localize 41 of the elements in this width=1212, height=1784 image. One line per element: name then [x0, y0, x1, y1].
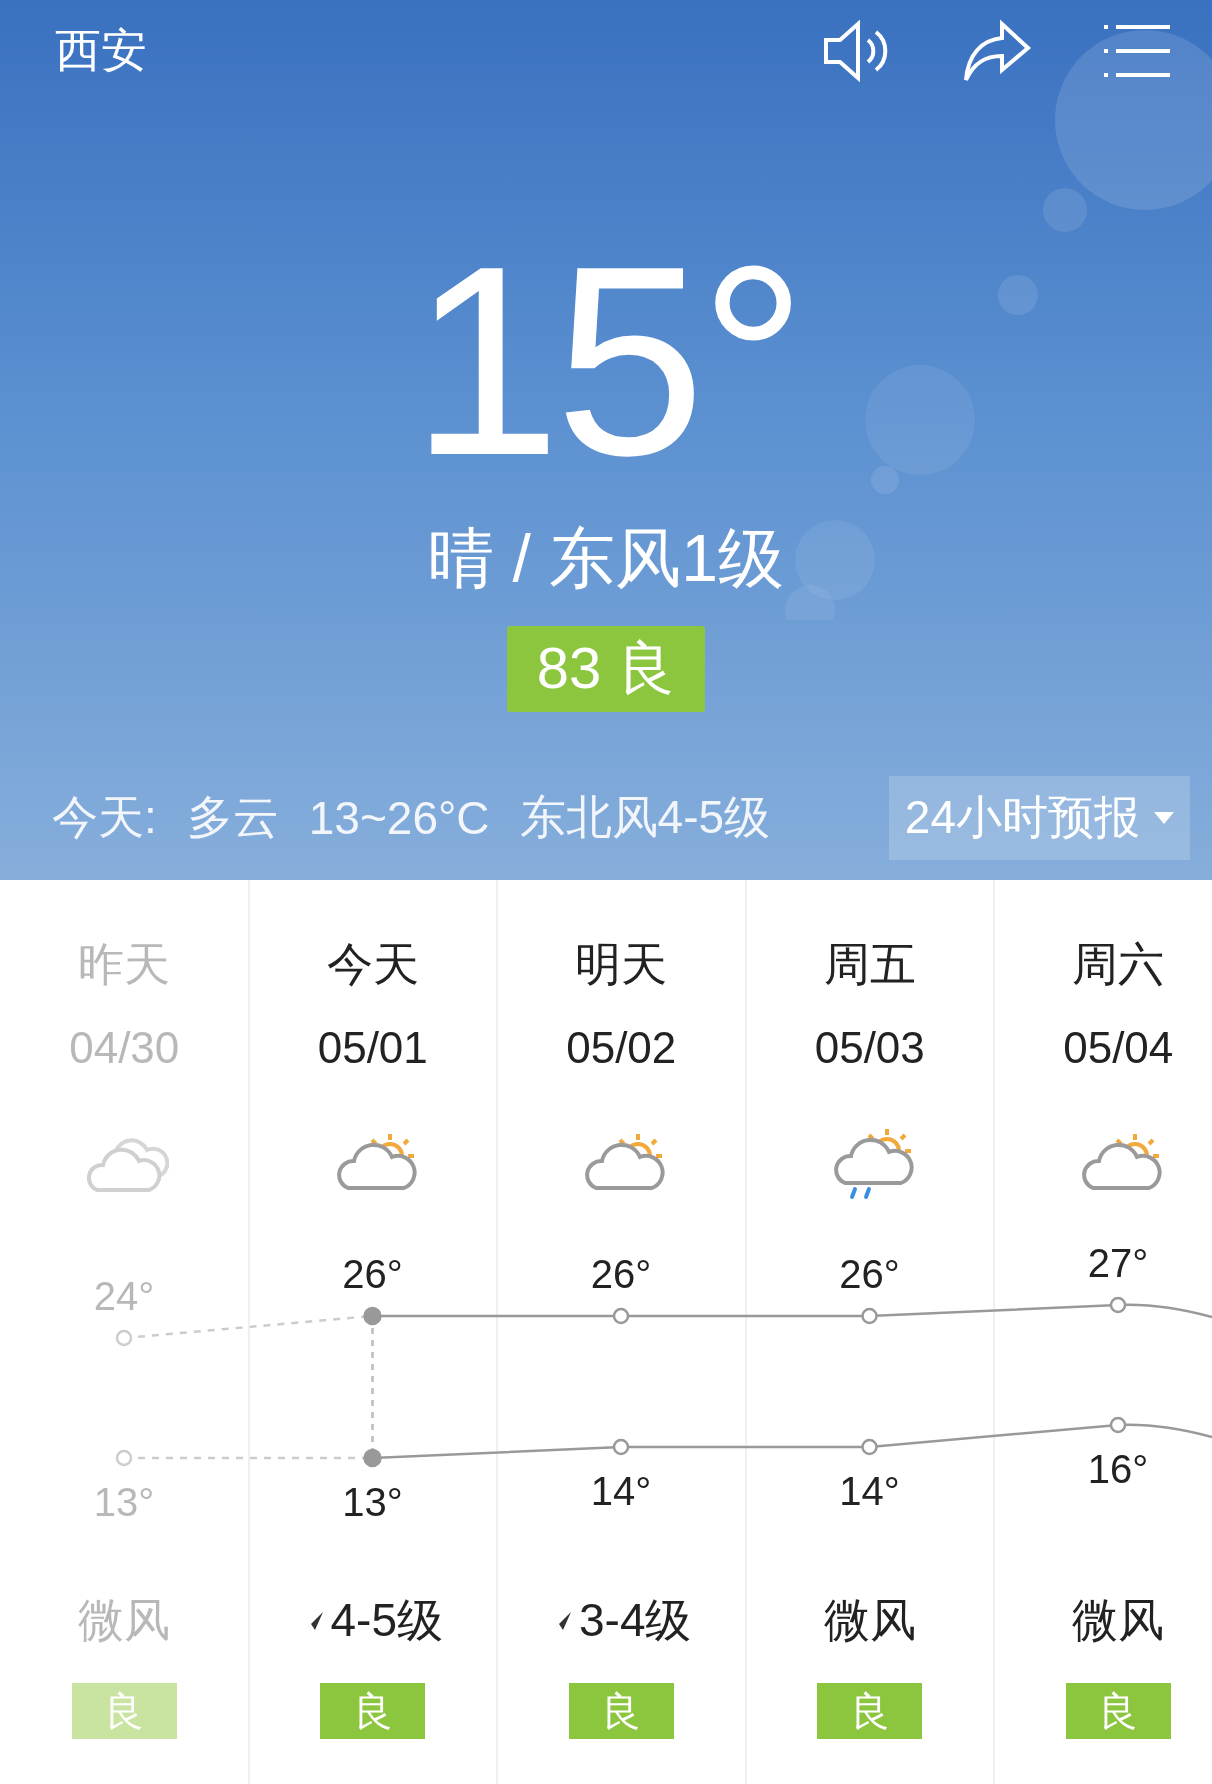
today-label: 今天: — [52, 790, 157, 845]
day-name: 周五 — [823, 937, 916, 992]
hourly-forecast-button[interactable]: 24小时预报 — [888, 776, 1190, 860]
air-quality-badge: 良 — [568, 1683, 674, 1739]
high-temperature: 24° — [93, 1273, 155, 1319]
date: 05/02 — [566, 1023, 677, 1073]
wind-level: 微风 — [1072, 1593, 1165, 1648]
day-name: 今天 — [326, 937, 419, 992]
today-temperature-range: 13~26°C — [308, 791, 490, 845]
high-temperature: 27° — [1087, 1240, 1149, 1286]
low-temperature: 13° — [93, 1479, 155, 1525]
air-quality-badge: 良 — [71, 1683, 177, 1739]
high-temperature: 26° — [342, 1251, 403, 1297]
weather-condition: 晴 / 东风1级 — [428, 520, 784, 597]
share-icon[interactable] — [962, 18, 1032, 84]
wind-level: 4-5级 — [330, 1593, 443, 1648]
low-temperature: 13° — [342, 1479, 403, 1525]
air-quality-badge: 83 良 — [506, 626, 706, 712]
low-temperature: 16° — [1087, 1446, 1149, 1492]
today-wind: 东北风4-5级 — [519, 790, 771, 845]
air-quality-badge: 良 — [320, 1683, 426, 1739]
date: 05/04 — [1063, 1023, 1174, 1073]
wind-level: 3-4级 — [579, 1593, 692, 1648]
wind-level: 微风 — [78, 1593, 171, 1648]
today-weather: 多云 — [186, 790, 279, 845]
low-temperature: 14° — [590, 1468, 652, 1514]
high-temperature: 26° — [839, 1251, 900, 1297]
date: 05/01 — [317, 1023, 428, 1073]
day-name: 昨天 — [78, 937, 171, 992]
current-temperature: 15° — [410, 226, 802, 496]
low-temperature: 14° — [839, 1468, 900, 1514]
high-temperature: 26° — [590, 1251, 652, 1297]
day-name: 周六 — [1072, 937, 1165, 992]
day-name: 明天 — [575, 937, 668, 992]
air-quality-badge: 良 — [1065, 1683, 1171, 1739]
caret-icon — [1154, 812, 1174, 824]
air-quality-badge: 良 — [817, 1683, 923, 1739]
date: 05/03 — [814, 1023, 925, 1073]
wind-level: 微风 — [823, 1593, 916, 1648]
date: 04/30 — [69, 1023, 180, 1073]
city-title: 西安 — [55, 23, 148, 78]
